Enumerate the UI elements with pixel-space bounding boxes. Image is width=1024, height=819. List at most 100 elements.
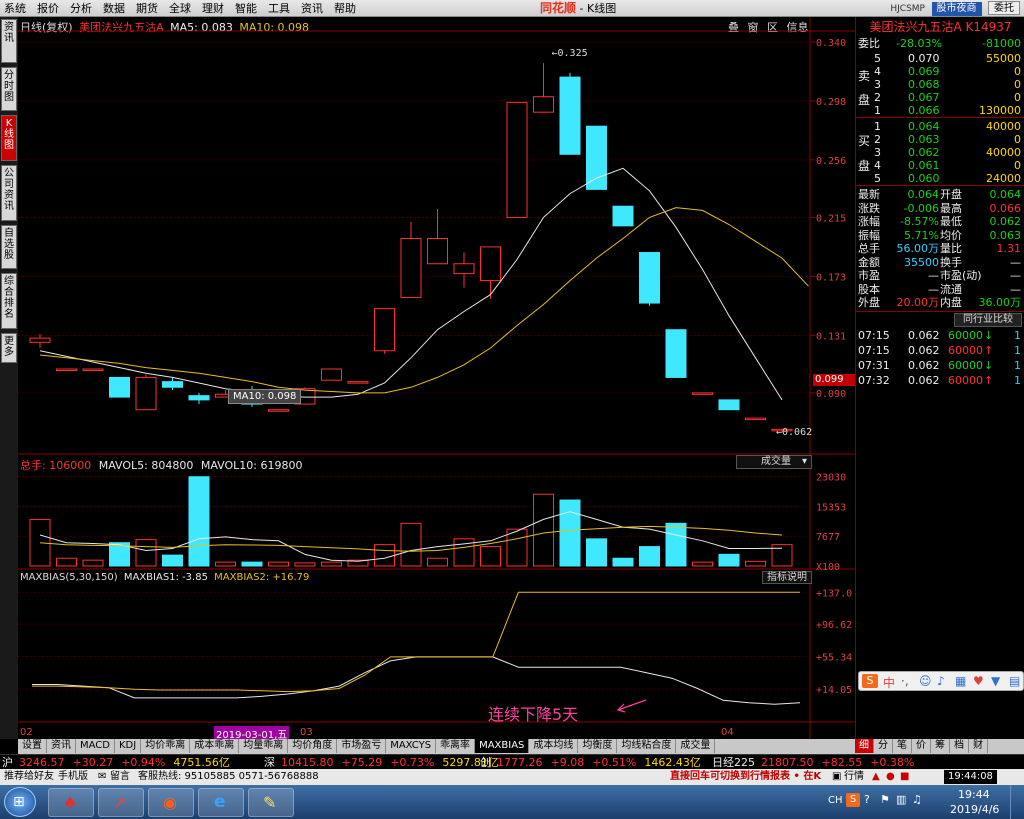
taskbar-app-cards[interactable]: ♠: [48, 788, 94, 817]
buy-price[interactable]: 0.062: [908, 146, 940, 159]
industry-compare-button[interactable]: 同行业比较: [954, 313, 1022, 327]
indicator-tab[interactable]: MAXBIAS: [475, 739, 530, 753]
indicator-tab[interactable]: MAXCYS: [386, 739, 437, 753]
detail-tab[interactable]: 分: [874, 739, 893, 753]
stat-label: 均价: [940, 228, 962, 242]
left-nav-6[interactable]: 更多: [1, 333, 17, 363]
menu-item-5[interactable]: 全球: [165, 0, 198, 16]
indicator-tab[interactable]: 均量乖离: [239, 739, 289, 753]
volume-bar: [692, 561, 713, 567]
indicator-tab[interactable]: 均价角度: [288, 739, 338, 753]
market-link[interactable]: 行情: [844, 769, 864, 785]
tick-row: 07:31 0.062 60000 ↓ 1: [856, 359, 1024, 372]
indicator-tab[interactable]: 均线粘合度: [617, 739, 677, 753]
index-item[interactable]: 日经225 21807.50 +82.55 +0.38%: [712, 755, 914, 770]
sell-price[interactable]: 0.066: [908, 104, 940, 117]
indicator-tab[interactable]: 资讯: [47, 739, 76, 753]
sell-price[interactable]: 0.068: [908, 78, 940, 91]
recommend-link[interactable]: 推荐给好友: [4, 769, 54, 785]
detail-tab[interactable]: 笔: [893, 739, 912, 753]
detail-tab[interactable]: 筹: [931, 739, 950, 753]
volume-indicator-select[interactable]: 成交量 ▾: [736, 455, 812, 469]
show-desktop-button[interactable]: [1010, 785, 1024, 819]
index-bar[interactable]: 沪 3246.57 +30.27 +0.94% 4751.56亿 深 10415.80 +75…: [0, 754, 1024, 769]
start-button[interactable]: ⊞: [4, 787, 36, 817]
taskbar-app-ths[interactable]: ◉: [148, 788, 194, 817]
flag-tray-icon[interactable]: ⚑: [880, 793, 890, 806]
menu-item-1[interactable]: 报价: [33, 0, 66, 16]
menu-item-0[interactable]: 系统: [0, 0, 33, 16]
index-change: +9.08: [550, 756, 585, 769]
window-title: 同花顺 - K线图: [540, 0, 616, 17]
index-item[interactable]: 沪 3246.57 +30.27 +0.94% 4751.56亿: [2, 755, 230, 770]
menu-item-3[interactable]: 数据: [99, 0, 132, 16]
message-link[interactable]: 留言: [110, 769, 130, 785]
network-tray-icon[interactable]: ▥: [896, 793, 906, 806]
menu-item-4[interactable]: 期货: [132, 0, 165, 16]
sell-price[interactable]: 0.070: [908, 52, 940, 65]
ime-toolbar[interactable]: S 中 ·, ☺ ♪ ▦ ♥ ▼ ▤: [858, 671, 1024, 691]
indicator-tab[interactable]: 乖离率: [436, 739, 476, 753]
buy-price[interactable]: 0.063: [908, 133, 940, 146]
kline-chart-area[interactable]: 日线(复权) 美团法兴九五沽A MA5: 0.083 MA10: 0.098 叠…: [18, 17, 855, 741]
night-market-button[interactable]: 股市夜商: [931, 2, 982, 16]
stat-value: -8.57%: [900, 215, 939, 228]
ime-tray-icon[interactable]: S: [846, 793, 860, 807]
menu-item-7[interactable]: 智能: [231, 0, 264, 16]
left-nav-2[interactable]: K线图: [1, 115, 17, 161]
indicator-tab[interactable]: 均价乖离: [141, 739, 191, 753]
indicator-tab[interactable]: 成本乖离: [190, 739, 240, 753]
lang-indicator[interactable]: CH: [828, 795, 843, 806]
buy-row: 2 0.063 0: [856, 133, 1024, 146]
sell-price[interactable]: 0.067: [908, 91, 940, 104]
stat-label: 振幅: [858, 228, 880, 242]
detail-tab[interactable]: 档: [950, 739, 969, 753]
taskbar-app-pen[interactable]: ✎: [248, 788, 294, 817]
menu-item-8[interactable]: 工具: [264, 0, 297, 16]
help-tray-icon[interactable]: ?: [864, 793, 870, 806]
buy-price[interactable]: 0.060: [908, 172, 940, 185]
index-item[interactable]: 创 1777.26 +9.08 +0.51% 1462.43亿: [480, 755, 701, 770]
detail-tab[interactable]: 细: [855, 739, 874, 753]
app-logo: 同花顺: [540, 1, 577, 15]
candle-body: [559, 76, 581, 155]
left-nav-4[interactable]: 自选股: [1, 225, 17, 269]
index-item[interactable]: 深 10415.80 +75.29 +0.73% 5297.81亿: [264, 755, 499, 770]
stat-label: 外盘: [858, 296, 880, 309]
chevron-down-icon: ▾: [801, 456, 807, 467]
mobile-link[interactable]: 手机版: [58, 769, 88, 785]
detail-tab[interactable]: 财: [969, 739, 988, 753]
menu-bar: 系统 报价 分析 数据 期货 全球 理财 智能 工具 资讯 帮助 同花顺 - K线图 HJCSMP …: [0, 0, 1024, 17]
menu-item-6[interactable]: 理财: [198, 0, 231, 16]
stat-row: 金额 35500 换手 —: [856, 256, 1024, 269]
candle-body: [82, 368, 104, 372]
indicator-help-button[interactable]: 指标说明: [762, 571, 812, 584]
tick-volume: 60000: [948, 329, 983, 342]
volume-tray-icon[interactable]: ♫: [912, 793, 922, 806]
menu-item-2[interactable]: 分析: [66, 0, 99, 16]
left-nav-1[interactable]: 分时图: [1, 67, 17, 111]
left-nav-5[interactable]: 综合排名: [1, 273, 17, 329]
indicator-tab[interactable]: KDJ: [115, 739, 142, 753]
news-icon: ■: [900, 771, 910, 782]
indicator-tab[interactable]: 市场盈亏: [337, 739, 387, 753]
stat-value: 0.064: [907, 188, 940, 201]
taskbar-app-stock[interactable]: ↗: [98, 788, 144, 817]
order-button[interactable]: 委托: [988, 1, 1020, 15]
menu-item-10[interactable]: 帮助: [330, 0, 363, 16]
indicator-tab[interactable]: 成交量: [676, 739, 716, 753]
buy-price[interactable]: 0.064: [908, 120, 940, 133]
indicator-tab[interactable]: 成本均线: [529, 739, 579, 753]
sell-price[interactable]: 0.069: [908, 65, 940, 78]
indicator-tab[interactable]: 均衡度: [578, 739, 618, 753]
y-tick-label: 23030: [816, 473, 846, 484]
detail-tab[interactable]: 价: [912, 739, 931, 753]
indicator-tab[interactable]: 设置: [18, 739, 47, 753]
taskbar-app-ie[interactable]: e: [198, 788, 244, 817]
left-nav-0[interactable]: 资讯: [1, 19, 17, 63]
index-pct: +0.73%: [390, 756, 435, 769]
menu-item-9[interactable]: 资讯: [297, 0, 330, 16]
left-nav-3[interactable]: 公司资讯: [1, 165, 17, 221]
buy-price[interactable]: 0.061: [908, 159, 940, 172]
indicator-tab[interactable]: MACD: [76, 739, 115, 753]
